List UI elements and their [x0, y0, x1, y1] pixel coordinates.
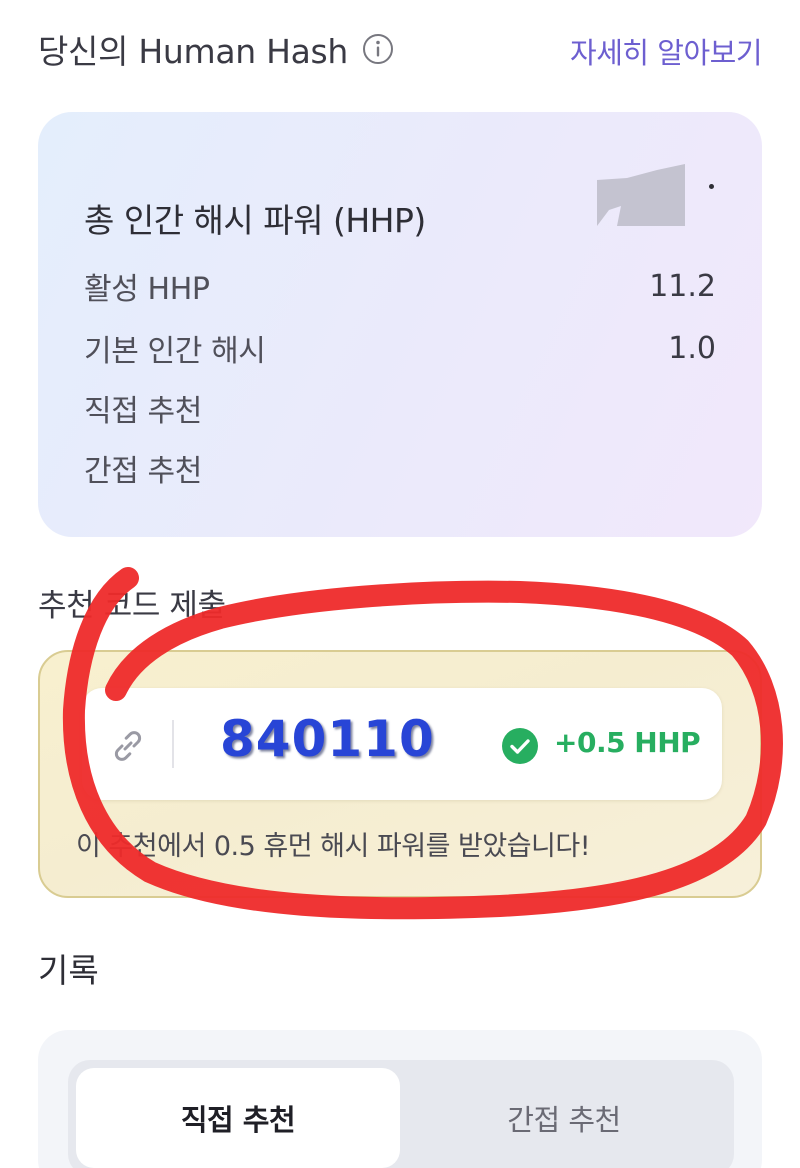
link-icon — [114, 731, 142, 761]
bonus-badge: +0.5 HHP — [554, 726, 701, 759]
hhp-row-label: 직접 추천 — [84, 394, 202, 429]
hhp-row-value: 11.2 — [649, 268, 716, 304]
hhp-row-indirect: 간접 추천 — [84, 446, 716, 490]
history-card: 직접 추천 간접 추천 — [38, 1030, 762, 1168]
referral-card: 840110 +0.5 HHP 이 추천에서 0.5 휴먼 해시 파워를 받았습… — [38, 650, 762, 898]
referral-code-value: 840110 — [220, 710, 435, 768]
divider — [172, 720, 174, 768]
obscured-value — [597, 164, 685, 226]
info-icon[interactable] — [362, 33, 394, 65]
tab-direct-referral[interactable]: 직접 추천 — [76, 1068, 400, 1168]
history-tabs: 직접 추천 간접 추천 — [68, 1060, 734, 1168]
hhp-row-base: 기본 인간 해시 1.0 — [84, 326, 716, 370]
hhp-card-title: 총 인간 해시 파워 (HHP) — [84, 201, 426, 240]
check-circle-icon — [502, 728, 538, 764]
referral-code-field[interactable]: 840110 +0.5 HHP — [82, 688, 722, 800]
learn-more-link[interactable]: 자세히 알아보기 — [570, 30, 762, 72]
hhp-row-active: 활성 HHP 11.2 — [84, 264, 716, 308]
hhp-row-direct: 직접 추천 — [84, 386, 716, 430]
tab-indirect-referral[interactable]: 간접 추천 — [402, 1068, 726, 1168]
referral-message: 이 추천에서 0.5 휴먼 해시 파워를 받았습니다! — [76, 831, 591, 862]
page: 당신의 Human Hash 자세히 알아보기 총 인간 해시 파워 (HHP)… — [0, 0, 800, 1168]
hhp-row-label: 활성 HHP — [84, 272, 210, 307]
history-heading: 기록 — [38, 951, 99, 990]
hhp-summary-card: 총 인간 해시 파워 (HHP) 활성 HHP 11.2 기본 인간 해시 1.… — [38, 112, 762, 537]
hhp-row-value: 1.0 — [668, 330, 716, 366]
hhp-row-label: 간접 추천 — [84, 454, 202, 489]
obscured-mark — [709, 184, 714, 189]
page-title: 당신의 Human Hash — [38, 32, 349, 71]
header: 당신의 Human Hash 자세히 알아보기 — [38, 26, 762, 72]
referral-heading: 추천 코드 제출 — [38, 588, 226, 624]
hhp-row-label: 기본 인간 해시 — [84, 334, 266, 369]
